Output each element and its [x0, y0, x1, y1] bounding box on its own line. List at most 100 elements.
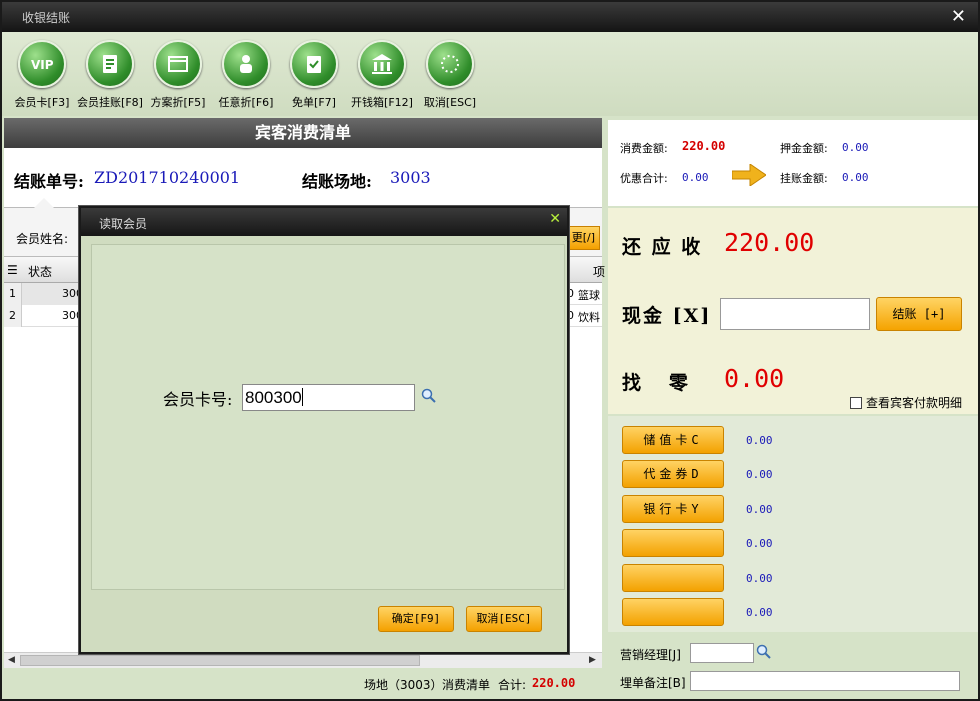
remark-input[interactable] [690, 671, 960, 691]
notch [34, 198, 54, 208]
method-button-4[interactable] [622, 529, 724, 557]
consume-label: 消费金额: [620, 142, 668, 155]
col-status[interactable]: 状态 [28, 263, 52, 280]
open-drawer-label: 开钱箱[F12] [351, 96, 413, 109]
member-credit-label: 会员挂账[F8] [77, 96, 143, 109]
cash-input[interactable] [720, 298, 870, 330]
bill-info: 结账单号: ZD201710240001 结账场地: 3003 [4, 148, 602, 208]
close-icon[interactable]: ✕ [951, 6, 966, 27]
plan-discount-label: 方案折[F5] [150, 96, 206, 109]
change-value: 0.00 [724, 364, 785, 393]
scroll-right-icon[interactable]: ▶ [589, 655, 596, 665]
cancel-spinner-icon [441, 55, 459, 73]
credit-document-icon [103, 55, 117, 73]
deposit-value: 0.00 [842, 141, 869, 154]
dialog-title: 读取会员 [99, 217, 148, 231]
bank-card-button[interactable]: 银行卡Y [622, 495, 724, 523]
change-label: 找 零 [622, 372, 690, 394]
discount-value: 0.00 [682, 171, 709, 184]
venue-value: 3003 [390, 168, 431, 187]
cancel-toolbar-label: 取消[ESC] [423, 96, 477, 109]
checkout-window: 收银结账 ✕ VIP 会员卡[F3] 会员挂账[F8] 方案折[F5] 任意折[… [0, 0, 980, 701]
scroll-thumb[interactable] [20, 655, 420, 666]
settle-button[interactable]: 结账 [+] [876, 297, 962, 331]
card-no-label: 会员卡号: [163, 390, 233, 409]
bill-header: 宾客消费清单 [4, 118, 602, 148]
title-bar: 收银结账 ✕ [2, 2, 978, 32]
stored-value-amount: 0.00 [746, 434, 773, 447]
footer-venue: 场地（3003） [364, 678, 443, 692]
row-item: 饮料 [578, 311, 600, 324]
free-order-button[interactable]: 免单[F7] [278, 40, 350, 110]
text-caret [301, 388, 303, 406]
member-card-label: 会员卡[F3] [14, 96, 70, 109]
row-index: 1 [4, 283, 22, 305]
payment-panel: 还 应 收 220.00 现金 [X] 结账 [+] 找 零 0.00 查看宾客… [608, 208, 978, 414]
col-item[interactable]: 项 [593, 263, 605, 280]
dialog-close-icon[interactable]: ✕ [549, 211, 561, 227]
member-card-button[interactable]: VIP 会员卡[F3] [6, 40, 78, 110]
card-search-icon[interactable] [421, 388, 437, 404]
dialog-body [91, 244, 565, 590]
credit-value: 0.00 [842, 171, 869, 184]
search-icon[interactable] [756, 644, 772, 660]
summary-panel: 消费金额: 220.00 押金金额: 0.00 优惠合计: 0.00 挂账金额:… [608, 120, 978, 206]
member-name-label: 会员姓名: [16, 232, 69, 246]
voucher-button[interactable]: 代金券D [622, 460, 724, 488]
cash-drawer-icon [372, 54, 392, 74]
bank-card-amount: 0.00 [746, 503, 773, 516]
member-credit-button[interactable]: 会员挂账[F8] [74, 40, 146, 110]
grid-menu-icon[interactable]: ☰ [7, 263, 18, 277]
discount-person-icon [240, 55, 252, 73]
cancel-button[interactable]: 取消[ESC] [466, 606, 542, 632]
any-discount-label: 任意折[F6] [218, 96, 274, 109]
method-amount-4: 0.00 [746, 537, 773, 550]
footer-total-label: 合计: [498, 678, 527, 692]
open-drawer-button[interactable]: 开钱箱[F12] [346, 40, 418, 110]
cancel-toolbar-button[interactable]: 取消[ESC] [414, 40, 486, 110]
payment-methods: 储值卡C 0.00 代金券D 0.00 银行卡Y 0.00 0.00 0.00 … [608, 416, 978, 632]
scroll-left-icon[interactable]: ◀ [8, 655, 15, 665]
manager-label: 营销经理[J] [620, 648, 681, 662]
footer-total: 220.00 [532, 676, 576, 690]
voucher-amount: 0.00 [746, 468, 773, 481]
method-button-5[interactable] [622, 564, 724, 592]
due-value: 220.00 [724, 228, 815, 257]
free-order-label: 免单[F7] [292, 96, 336, 109]
horizontal-scrollbar[interactable]: ◀ ▶ [4, 652, 602, 668]
card-no-value: 800300 [245, 388, 302, 407]
plan-discount-button[interactable]: 方案折[F5] [142, 40, 214, 110]
any-discount-button[interactable]: 任意折[F6] [210, 40, 282, 110]
discount-label: 优惠合计: [620, 172, 668, 185]
deposit-label: 押金金额: [780, 142, 828, 155]
method-amount-5: 0.00 [746, 572, 773, 585]
cash-label: 现金 [X] [622, 305, 712, 327]
remark-label: 埋单备注[B] [620, 676, 686, 690]
card-no-input[interactable]: 800300 [242, 384, 415, 411]
stored-value-card-button[interactable]: 储值卡C [622, 426, 724, 454]
row-item: 篮球 [578, 289, 600, 302]
toolbar: VIP 会员卡[F3] 会员挂账[F8] 方案折[F5] 任意折[F6] 免单[… [2, 32, 978, 116]
svg-text:VIP: VIP [31, 58, 54, 72]
due-label: 还 应 收 [622, 236, 703, 258]
manager-input[interactable] [690, 643, 754, 663]
vip-icon: VIP [31, 58, 54, 72]
venue-label: 结账场地: [302, 172, 372, 191]
read-member-dialog: 读取会员 ✕ 会员卡号: 800300 确定[F9] 取消[ESC] [79, 206, 569, 654]
bill-no-value: ZD201710240001 [94, 168, 241, 187]
method-amount-6: 0.00 [746, 606, 773, 619]
checkbox-box[interactable] [850, 397, 862, 409]
arrow-right-icon [732, 164, 766, 186]
window-title: 收银结账 [22, 11, 71, 25]
payment-detail-checkbox[interactable]: 查看宾客付款明细 [850, 394, 962, 411]
bill-no-label: 结账单号: [14, 172, 84, 191]
footer-list: 消费清单 [442, 678, 491, 692]
method-button-6[interactable] [622, 598, 724, 626]
plan-window-icon [168, 56, 188, 72]
member-change-button[interactable]: 更[/] [566, 226, 600, 250]
bill-footer: 场地（3003） 消费清单 合计: 220.00 [4, 668, 602, 699]
confirm-button[interactable]: 确定[F9] [378, 606, 454, 632]
dialog-title-bar: 读取会员 ✕ [81, 208, 567, 236]
consume-value: 220.00 [682, 139, 726, 153]
clipboard-check-icon [307, 56, 321, 73]
